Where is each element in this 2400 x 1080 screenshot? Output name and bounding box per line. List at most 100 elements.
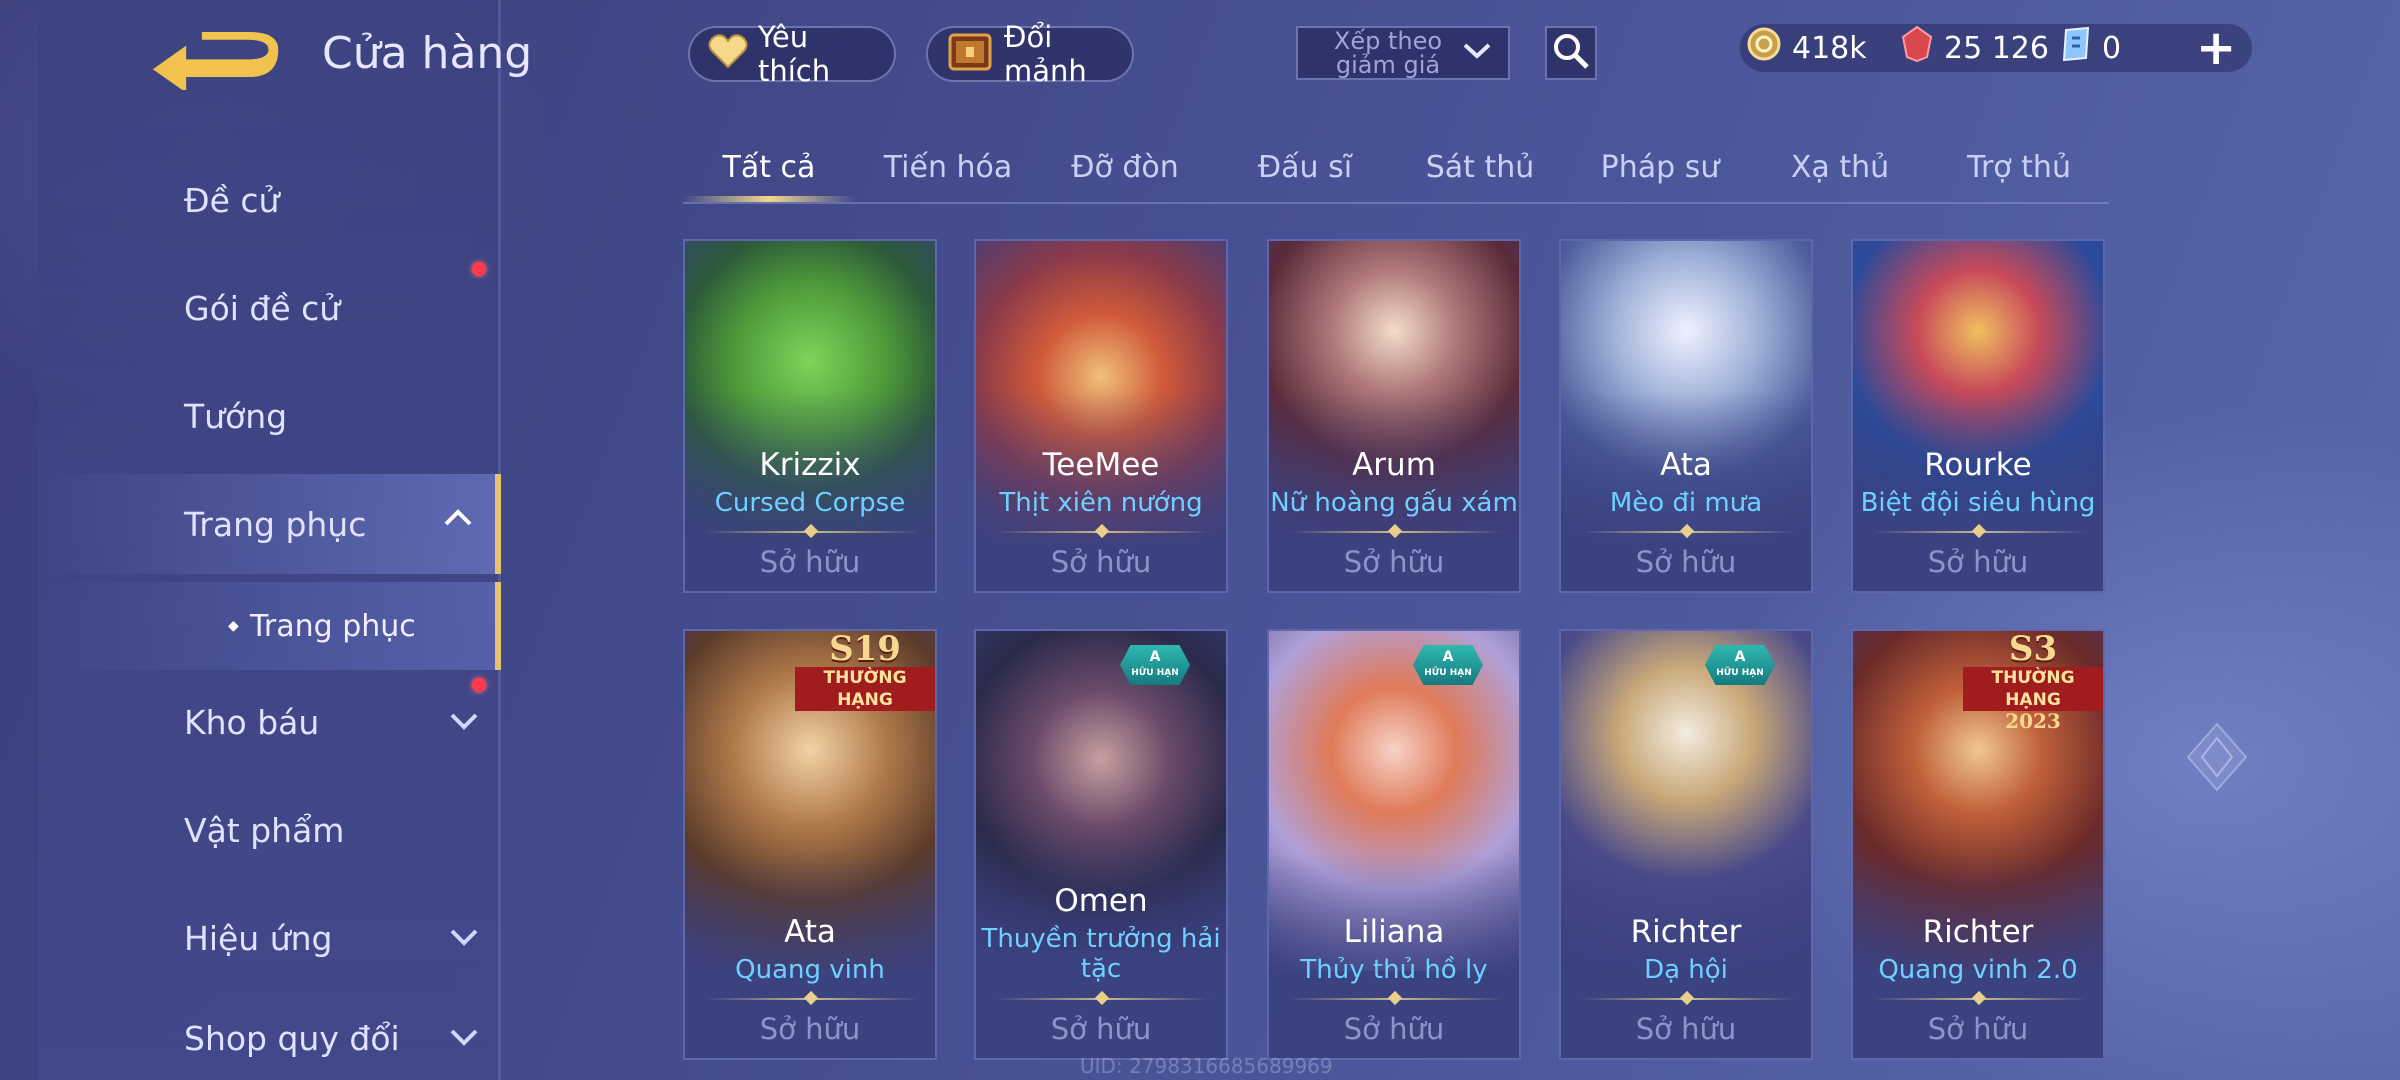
- skin-card[interactable]: S3 THƯỜNG HẠNG 2023 Richter Quang vinh 2…: [1851, 629, 2105, 1060]
- tab-assassin[interactable]: Sát thủ: [1405, 150, 1555, 185]
- year-label: 2023: [2005, 709, 2061, 733]
- skin-name: Mèo đi mưa: [1609, 488, 1763, 518]
- sidebar-item-label: Vật phẩm: [184, 810, 345, 850]
- floating-emblem-icon[interactable]: [2182, 720, 2252, 794]
- skin-card[interactable]: A HỮU HẠN Liliana Thủy thủ hồ ly Sở hữu: [1267, 629, 1521, 1060]
- back-button[interactable]: [145, 30, 285, 93]
- skin-name-line2: tặc: [1080, 954, 1122, 984]
- skin-card[interactable]: Ata Mèo đi mưa Sở hữu: [1559, 239, 1813, 593]
- skin-name: Nữ hoàng gấu xám: [1270, 488, 1518, 518]
- limited-grade: A: [1442, 649, 1454, 665]
- ticket-balance: 0: [2060, 26, 2121, 70]
- skin-card[interactable]: Arum Nữ hoàng gấu xám Sở hữu: [1267, 239, 1521, 593]
- sort-dropdown[interactable]: Xếp theo giảm giá: [1296, 26, 1510, 80]
- rank-label: THƯỜNG HẠNG: [1963, 667, 2103, 711]
- owned-status: Sở hữu: [1927, 1012, 2029, 1046]
- hero-name: Richter: [1630, 914, 1742, 950]
- sidebar-item-recommended[interactable]: Đề cử: [38, 150, 501, 250]
- tab-all[interactable]: Tất cả: [683, 150, 855, 185]
- sidebar-item-items[interactable]: Vật phẩm: [38, 780, 501, 880]
- sidebar-item-label: Trang phục: [184, 504, 367, 544]
- hero-name: Richter: [1922, 914, 2034, 950]
- hero-name: Arum: [1352, 447, 1436, 483]
- chest-icon: [946, 29, 994, 80]
- chevron-up-icon: [443, 504, 473, 534]
- tab-mage[interactable]: Pháp sư: [1585, 150, 1735, 185]
- limited-grade: A: [1149, 649, 1161, 665]
- limited-grade: A: [1734, 649, 1746, 665]
- hero-name: Liliana: [1343, 914, 1445, 950]
- chevron-down-icon: [1462, 40, 1492, 64]
- limited-badge: A HỮU HẠN: [1120, 645, 1190, 685]
- back-arrow-icon: [152, 31, 279, 93]
- ticket-amount: 0: [2102, 30, 2122, 66]
- page-title: Cửa hàng: [322, 28, 533, 79]
- skin-name: Dạ hội: [1644, 955, 1728, 985]
- hero-name: TeeMee: [1042, 447, 1160, 483]
- owned-status: Sở hữu: [1635, 545, 1737, 579]
- heart-icon: [708, 33, 748, 76]
- skin-name: Quang vinh 2.0: [1878, 955, 2078, 985]
- owned-status: Sở hữu: [759, 1012, 861, 1046]
- tab-warrior[interactable]: Đấu sĩ: [1230, 150, 1380, 185]
- tab-evolution[interactable]: Tiến hóa: [870, 150, 1026, 185]
- tab-marksman[interactable]: Xạ thủ: [1765, 150, 1915, 185]
- skin-name: Thủy thủ hồ ly: [1300, 955, 1488, 985]
- submenu-item-skins[interactable]: ◆ Trang phục: [38, 582, 501, 670]
- owned-status: Sở hữu: [1050, 545, 1152, 579]
- owned-status: Sở hữu: [1927, 545, 2029, 579]
- skin-card[interactable]: A HỮU HẠN Omen Thuyền trưởng hải tặc Sở …: [974, 629, 1228, 1060]
- gold-amount: 418k: [1792, 30, 1867, 66]
- tab-tank[interactable]: Đỡ đòn: [1050, 150, 1200, 185]
- skin-card[interactable]: Krizzix Cursed Corpse Sở hữu: [683, 239, 937, 593]
- sidebar-item-exchange-shop[interactable]: Shop quy đổi: [38, 996, 501, 1080]
- sidebar-item-label: Tướng: [184, 396, 288, 436]
- sidebar-item-label: Shop quy đổi: [184, 1018, 400, 1058]
- season-rank-badge: S3 THƯỜNG HẠNG 2023: [1963, 629, 2103, 731]
- sidebar-item-recommended-packs[interactable]: Gói đề cử: [38, 258, 501, 358]
- skin-card[interactable]: A HỮU HẠN Richter Dạ hội Sở hữu: [1559, 629, 1813, 1060]
- favorites-button[interactable]: Yêu thích: [688, 20, 896, 88]
- owned-status: Sở hữu: [1050, 1012, 1152, 1046]
- favorites-label: Yêu thích: [758, 20, 831, 88]
- owned-status: Sở hữu: [1343, 1012, 1445, 1046]
- owned-status: Sở hữu: [1635, 1012, 1737, 1046]
- add-currency-button[interactable]: +: [2196, 24, 2236, 72]
- skin-card[interactable]: Rourke Biệt đội siêu hùng Sở hữu: [1851, 239, 2105, 593]
- exchange-fragments-button[interactable]: Đổi mảnh: [926, 20, 1134, 88]
- sidebar-item-treasure[interactable]: Kho báu: [38, 672, 501, 772]
- season-label: S3: [2008, 629, 2058, 669]
- rank-label: THƯỜNG HẠNG: [795, 667, 935, 711]
- skin-card[interactable]: S19 THƯỜNG HẠNG Ata Quang vinh Sở hữu: [683, 629, 937, 1060]
- bullet-icon: ◆: [228, 618, 239, 634]
- skin-name: Cursed Corpse: [714, 488, 906, 518]
- sidebar-item-heroes[interactable]: Tướng: [38, 366, 501, 466]
- chevron-down-icon: [449, 924, 479, 954]
- chevron-down-icon: [449, 1024, 479, 1054]
- submenu-item-label: Trang phục: [250, 608, 416, 644]
- skin-name: Biệt đội siêu hùng: [1860, 488, 2096, 518]
- limited-text: HỮU HẠN: [1424, 668, 1472, 678]
- sidebar-item-skins[interactable]: Trang phục: [38, 474, 501, 574]
- gold-coin-icon: [1746, 26, 1782, 70]
- user-id: UID: 2798316685689969: [1080, 1054, 1333, 1078]
- sidebar-item-effects[interactable]: Hiệu ứng: [38, 888, 501, 988]
- limited-text: HỮU HẠN: [1716, 668, 1764, 678]
- hero-name: Ata: [784, 914, 836, 950]
- season-label: S19: [829, 629, 901, 669]
- ruby-voucher-icon: [1900, 25, 1934, 71]
- skin-name: Quang vinh: [735, 955, 885, 985]
- search-icon: [1551, 31, 1591, 75]
- gold-balance: 418k: [1746, 26, 1867, 70]
- hero-name: Omen: [1054, 883, 1148, 919]
- limited-badge: A HỮU HẠN: [1413, 645, 1483, 685]
- exchange-label: Đổi mảnh: [1004, 20, 1087, 88]
- search-button[interactable]: [1545, 26, 1597, 80]
- tab-support[interactable]: Trợ thủ: [1944, 150, 2094, 185]
- skin-card[interactable]: TeeMee Thịt xiên nướng Sở hữu: [974, 239, 1228, 593]
- skin-name-line1: Thuyền trưởng hải: [981, 924, 1221, 954]
- sidebar-item-label: Hiệu ứng: [184, 918, 333, 958]
- owned-status: Sở hữu: [759, 545, 861, 579]
- sidebar-item-label: Gói đề cử: [184, 288, 341, 328]
- voucher-amount: 25 126: [1944, 30, 2049, 66]
